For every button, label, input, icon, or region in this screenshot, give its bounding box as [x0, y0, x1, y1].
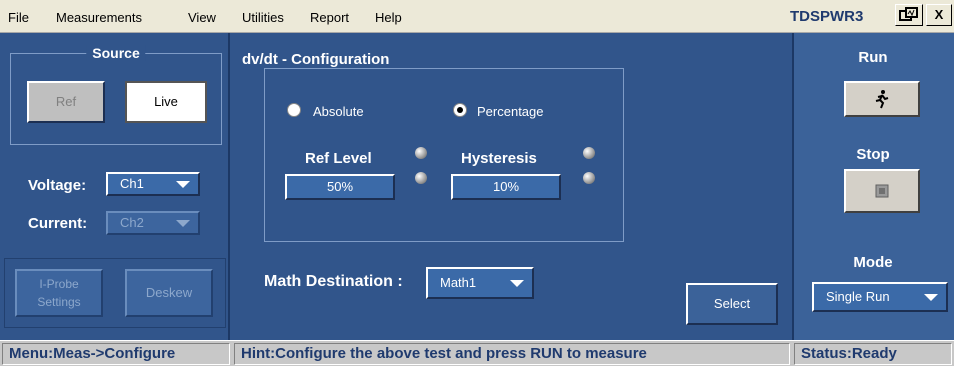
config-group: Absolute Percentage Ref Level 50% Hyster…	[264, 68, 624, 242]
source-group: Source Ref Live	[10, 45, 222, 145]
chevron-down-icon	[176, 181, 190, 188]
iprobe-line1: I-Probe	[39, 277, 79, 291]
control-panel: Run Stop Mode Single Run	[792, 33, 954, 340]
math-destination-select[interactable]: Math1	[426, 267, 534, 299]
mode-select[interactable]: Single Run	[812, 282, 948, 312]
mode-label: Mode	[853, 254, 893, 271]
run-button[interactable]	[844, 81, 920, 117]
config-title: dv/dt - Configuration	[242, 51, 390, 68]
absolute-label: Absolute	[313, 104, 364, 119]
ref-level-label: Ref Level	[305, 150, 372, 167]
ref-level-down-knob[interactable]	[415, 172, 427, 184]
hysteresis-label: Hysteresis	[461, 150, 537, 167]
voltage-select[interactable]: Ch1	[106, 172, 200, 196]
main-area: Source Ref Live Voltage: Ch1 Current: Ch…	[0, 33, 954, 340]
chevron-down-icon	[924, 294, 938, 301]
hysteresis-up-knob[interactable]	[583, 147, 595, 159]
run-label: Run	[858, 49, 888, 66]
deskew-button[interactable]: Deskew	[125, 269, 213, 317]
close-button[interactable]: X	[926, 4, 952, 26]
live-button[interactable]: Live	[125, 81, 207, 123]
math-destination-value: Math1	[440, 275, 477, 290]
status-bar: Menu:Meas->Configure Hint:Configure the …	[0, 340, 954, 366]
left-panel: Source Ref Live Voltage: Ch1 Current: Ch…	[0, 33, 230, 340]
menu-measurements[interactable]: Measurements	[56, 10, 142, 25]
hysteresis-field[interactable]: 10%	[451, 174, 561, 200]
running-man-icon	[875, 90, 889, 109]
app-title: TDSPWR3	[790, 8, 864, 25]
chevron-down-icon	[510, 280, 524, 287]
config-panel: dv/dt - Configuration Absolute Percentag…	[230, 33, 792, 340]
iprobe-settings-button[interactable]: I-Probe Settings	[15, 269, 103, 317]
probe-group: I-Probe Settings Deskew	[4, 258, 226, 328]
stop-button[interactable]	[844, 169, 920, 213]
ref-level-up-knob[interactable]	[415, 147, 427, 159]
menu-report[interactable]: Report	[310, 10, 349, 25]
percentage-label: Percentage	[477, 104, 544, 119]
status-state: Status:Ready	[794, 343, 952, 365]
current-select[interactable]: Ch2	[106, 211, 200, 235]
status-hint: Hint:Configure the above test and press …	[234, 343, 790, 365]
menu-help[interactable]: Help	[375, 10, 402, 25]
voltage-label: Voltage:	[28, 177, 87, 194]
percentage-radio[interactable]	[453, 103, 467, 117]
chevron-down-icon	[176, 220, 190, 227]
ref-button[interactable]: Ref	[27, 81, 105, 123]
stop-icon	[875, 184, 889, 198]
menu-file[interactable]: File	[8, 10, 29, 25]
ref-level-field[interactable]: 50%	[285, 174, 395, 200]
restore-icon	[899, 7, 918, 21]
mode-value: Single Run	[826, 289, 890, 304]
voltage-value: Ch1	[120, 176, 144, 191]
restore-button[interactable]	[895, 4, 923, 26]
math-destination-label: Math Destination :	[264, 273, 403, 290]
iprobe-line2: Settings	[37, 295, 81, 309]
hysteresis-down-knob[interactable]	[583, 172, 595, 184]
absolute-radio[interactable]	[287, 103, 301, 117]
current-value: Ch2	[120, 215, 144, 230]
source-title: Source	[86, 45, 146, 61]
stop-label: Stop	[856, 146, 890, 163]
menu-bar: File Measurements View Utilities Report …	[0, 0, 954, 33]
menu-view[interactable]: View	[188, 10, 216, 25]
current-label: Current:	[28, 215, 88, 232]
status-menu: Menu:Meas->Configure	[2, 343, 230, 365]
menu-utilities[interactable]: Utilities	[242, 10, 284, 25]
select-button[interactable]: Select	[686, 283, 778, 325]
